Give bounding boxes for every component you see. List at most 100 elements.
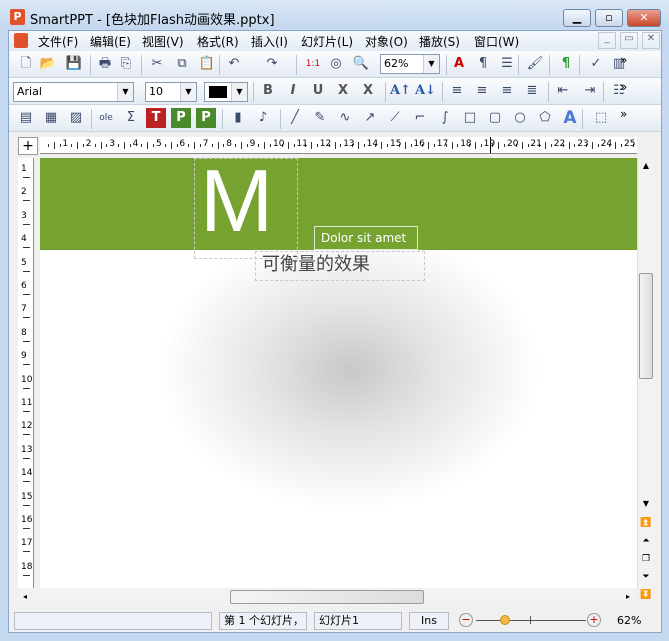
line-icon[interactable]: ╱ — [285, 108, 305, 128]
spellcheck-icon[interactable]: ✓ — [586, 54, 606, 74]
outdent-icon[interactable]: ⇤ — [553, 81, 573, 101]
scroll-up-icon[interactable]: ▲ — [638, 158, 654, 174]
print-icon[interactable]: 🖶 — [95, 54, 115, 74]
slide-canvas[interactable]: M Dolor sit amet 可衡量的效果 — [40, 158, 637, 588]
text-color-icon[interactable]: A — [449, 54, 469, 74]
arrow-icon[interactable]: ↗ — [360, 108, 380, 128]
more-button[interactable]: » — [620, 107, 627, 121]
ruler-label: 5 — [156, 139, 162, 149]
scroll-thumb[interactable] — [230, 590, 424, 604]
prev-slide-icon[interactable]: ⏶ — [638, 536, 654, 550]
curve-icon[interactable]: ∿ — [335, 108, 355, 128]
underline-icon[interactable]: U — [308, 81, 328, 101]
menu-item[interactable]: 插入(I) — [251, 33, 288, 50]
menu-item[interactable]: 格式(R) — [197, 33, 239, 50]
ole-icon[interactable]: ole — [96, 108, 116, 128]
justify-icon[interactable]: ≣ — [522, 81, 542, 101]
open-icon[interactable]: 📂 — [38, 54, 58, 74]
video-icon[interactable]: ▮ — [228, 108, 248, 128]
clear-format-icon[interactable]: X — [358, 81, 378, 101]
close-button[interactable]: ✕ — [627, 9, 661, 27]
curved-connector-icon[interactable]: ∫ — [435, 108, 455, 128]
italic-icon[interactable]: I — [283, 81, 303, 101]
last-slide-icon[interactable]: ⏬ — [639, 590, 653, 604]
audio-icon[interactable]: ♪ — [253, 108, 273, 128]
font-select[interactable]: Arial ▼ — [13, 82, 134, 102]
heading-textbox[interactable]: 可衡量的效果 — [255, 251, 425, 281]
pilcrow-icon[interactable]: ¶ — [556, 54, 576, 74]
copy-icon[interactable]: ⧉ — [172, 54, 192, 74]
rectangle-icon[interactable]: □ — [460, 108, 480, 128]
rounded-rect-icon[interactable]: ▢ — [485, 108, 505, 128]
align-right-icon[interactable]: ≡ — [497, 81, 517, 101]
menu-item[interactable]: 幻灯片(L) — [301, 33, 353, 50]
grow-font-icon[interactable]: A↑ — [390, 81, 411, 101]
doc-close-button[interactable]: ✕ — [642, 32, 660, 49]
actual-size-icon[interactable]: 1:1 — [303, 54, 323, 74]
image-icon[interactable]: ▨ — [66, 108, 86, 128]
indent-icon[interactable]: ⇥ — [580, 81, 600, 101]
group-icon[interactable]: ⬚ — [591, 108, 611, 128]
zoom-region-icon[interactable]: ◎ — [326, 54, 346, 74]
first-slide-icon[interactable]: ⏫ — [638, 518, 654, 532]
vertical-scrollbar[interactable]: ▲ ▼ ⏫ ⏶ ❐ ⏷ — [637, 158, 654, 588]
list-icon[interactable]: ☰ — [497, 54, 517, 74]
scroll-down-icon[interactable]: ▼ — [638, 499, 654, 513]
menu-item[interactable]: 编辑(E) — [90, 33, 131, 50]
minimize-button[interactable]: ▁ — [563, 9, 591, 27]
p-frame2-icon[interactable]: P — [196, 108, 216, 128]
zoom-in-button[interactable]: + — [587, 613, 601, 627]
formula-icon[interactable]: Σ — [121, 108, 141, 128]
paragraph-icon[interactable]: ¶ — [473, 54, 493, 74]
zoom-select[interactable]: 62% ▼ — [380, 54, 440, 74]
bold-icon[interactable]: B — [258, 81, 278, 101]
pen-icon[interactable]: ✎ — [310, 108, 330, 128]
menu-item[interactable]: 对象(O) — [365, 33, 408, 50]
shapes-icon[interactable]: ⬠ — [535, 108, 555, 128]
paste-icon[interactable]: 📋 — [197, 54, 217, 74]
doc-minimize-button[interactable]: _ — [598, 32, 616, 49]
doc-restore-button[interactable]: ▭ — [620, 32, 638, 49]
menu-item[interactable]: 播放(S) — [419, 33, 460, 50]
scroll-right-icon[interactable]: ▸ — [621, 589, 635, 605]
undo-icon[interactable]: ↶ — [224, 54, 244, 74]
caption-textbox[interactable]: Dolor sit amet — [314, 226, 418, 250]
cut-icon[interactable]: ✂ — [147, 54, 167, 74]
zoom-slider-knob[interactable] — [499, 615, 510, 625]
zoom-icon[interactable]: 🔍 — [351, 54, 371, 74]
menu-item[interactable]: 窗口(W) — [474, 33, 519, 50]
zoom-out-button[interactable]: − — [459, 613, 473, 627]
save-icon[interactable]: 💾 — [64, 54, 84, 74]
maximize-button[interactable]: ▫ — [595, 9, 623, 27]
ellipse-icon[interactable]: ○ — [510, 108, 530, 128]
zoom-slider[interactable] — [476, 620, 586, 621]
horizontal-scrollbar[interactable]: ◂ ▸ — [18, 589, 637, 605]
menu-item[interactable]: 文件(F) — [38, 33, 78, 50]
slides-icon[interactable]: ❐ — [638, 554, 654, 568]
font-color-select[interactable]: ▼ — [204, 82, 248, 102]
more-button[interactable]: » — [620, 80, 627, 94]
table-icon[interactable]: ▦ — [41, 108, 61, 128]
align-left-icon[interactable]: ≡ — [447, 81, 467, 101]
more-button[interactable]: » — [620, 53, 627, 67]
scroll-left-icon[interactable]: ◂ — [18, 589, 32, 605]
redo-icon[interactable]: ↷ — [262, 54, 282, 74]
text-frame-icon[interactable]: T — [146, 108, 166, 128]
font-size-select[interactable]: 10 ▼ — [145, 82, 197, 102]
connector-icon[interactable]: ⟋ — [385, 108, 405, 128]
shrink-font-icon[interactable]: A↓ — [415, 81, 436, 101]
next-slide-icon[interactable]: ⏷ — [638, 572, 654, 586]
scroll-thumb[interactable] — [639, 273, 653, 379]
wordart-icon[interactable]: A — [560, 108, 580, 128]
textbox-icon[interactable]: ▤ — [16, 108, 36, 128]
pdf-icon[interactable]: ⎘ — [116, 54, 136, 74]
new-icon[interactable]: 🗋 — [16, 54, 36, 74]
ruler-tick — [141, 144, 143, 147]
brush-icon[interactable]: 🖌 — [525, 54, 545, 74]
p-frame-icon[interactable]: P — [171, 108, 191, 128]
strike-icon[interactable]: X — [333, 81, 353, 101]
ruler-origin-button[interactable]: + — [18, 137, 38, 155]
menu-item[interactable]: 视图(V) — [142, 33, 184, 50]
align-center-icon[interactable]: ≡ — [472, 81, 492, 101]
elbow-connector-icon[interactable]: ⌐ — [410, 108, 430, 128]
